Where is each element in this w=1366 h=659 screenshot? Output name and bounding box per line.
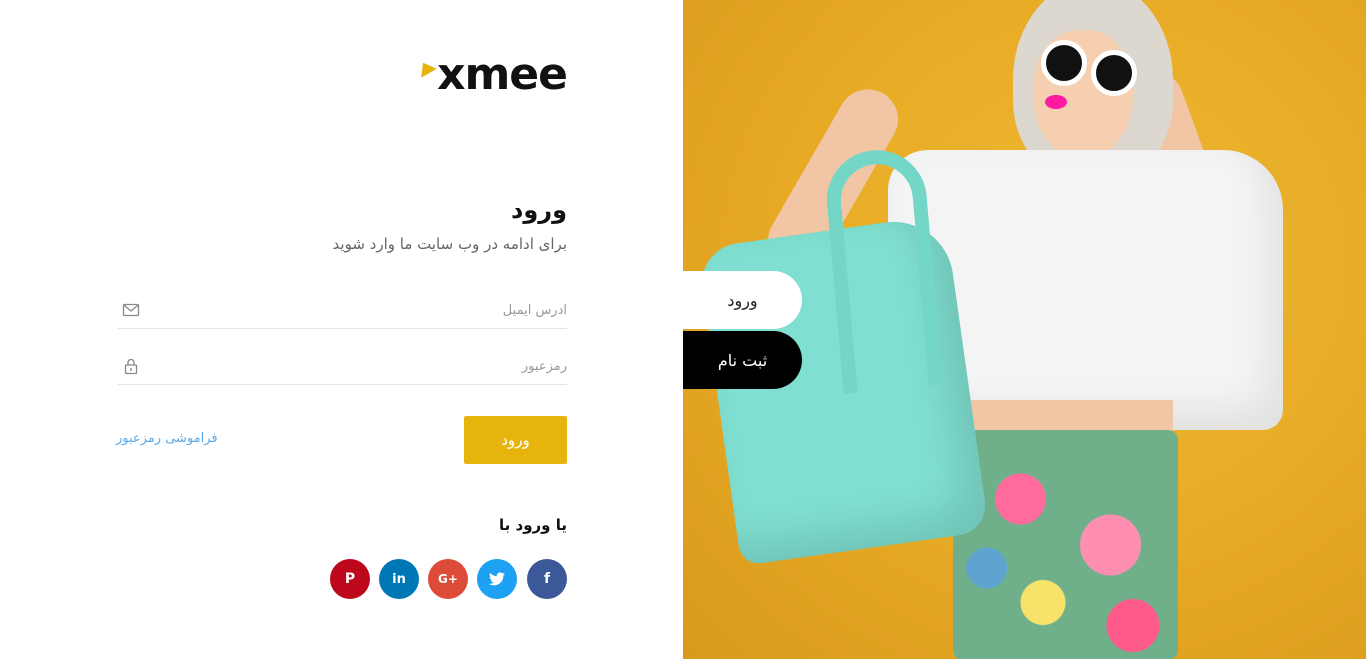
- social-login-heading: یا ورود با: [499, 516, 567, 534]
- forgot-password-link[interactable]: فراموشی رمزعبور: [116, 431, 218, 446]
- tab-register[interactable]: ثبت نام: [683, 331, 802, 389]
- login-submit-button[interactable]: ورود: [464, 416, 567, 464]
- twitter-button[interactable]: [477, 559, 517, 599]
- password-field: [118, 347, 567, 385]
- pinterest-button[interactable]: P: [330, 559, 370, 599]
- page-subtitle: برای ادامه در وب سایت ما وارد شوید: [332, 235, 567, 253]
- twitter-icon: [489, 572, 505, 586]
- logo-text: xmee: [437, 49, 568, 100]
- envelope-icon: [122, 303, 140, 317]
- email-input[interactable]: [148, 297, 567, 323]
- facebook-icon: f: [543, 571, 551, 587]
- page-title: ورود: [511, 196, 567, 224]
- hero-figure-lips: [1045, 95, 1067, 109]
- email-field: [118, 291, 567, 329]
- linkedin-icon: in: [392, 571, 406, 587]
- google-plus-button[interactable]: G+: [428, 559, 468, 599]
- hero-figure-sunglasses: [1033, 40, 1143, 96]
- brand-logo: xmee: [407, 49, 568, 100]
- facebook-button[interactable]: f: [527, 559, 567, 599]
- pinterest-icon: P: [344, 571, 356, 587]
- google-plus-icon: G+: [438, 572, 458, 586]
- logo-accent-icon: [415, 58, 437, 78]
- login-panel: xmee ورود برای ادامه در وب سایت ما وارد …: [0, 0, 683, 659]
- tab-login[interactable]: ورود: [683, 271, 802, 329]
- hero-figure-skirt: [953, 430, 1178, 659]
- password-input[interactable]: [148, 353, 567, 379]
- lock-icon: [124, 358, 138, 375]
- linkedin-button[interactable]: in: [379, 559, 419, 599]
- hero-image: [683, 0, 1366, 659]
